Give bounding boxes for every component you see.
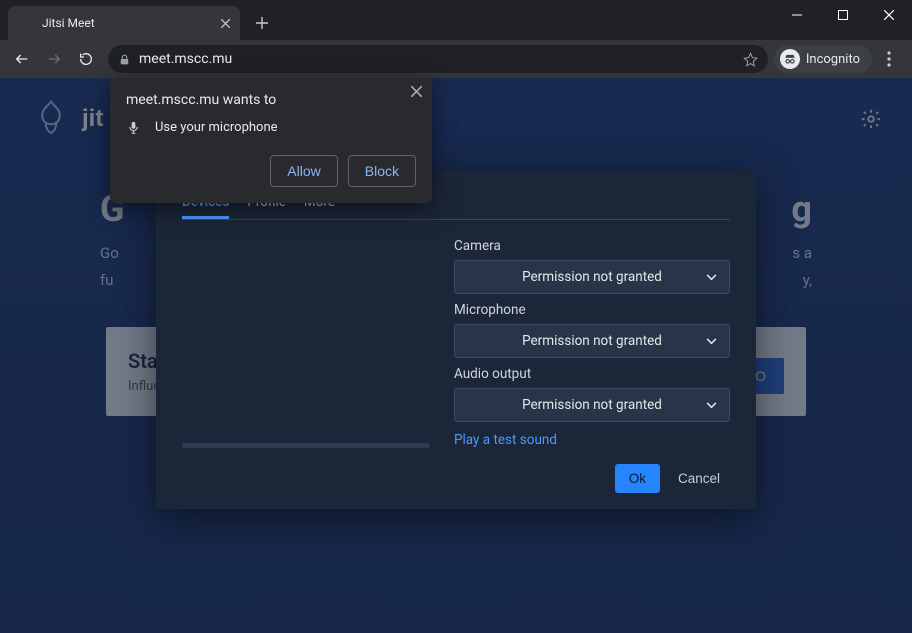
permission-prompt: meet.mscc.mu wants to Use your microphon…: [110, 78, 432, 203]
browser-tab[interactable]: Jitsi Meet: [8, 6, 240, 40]
chevron-down-icon: [706, 402, 717, 409]
microphone-icon: [126, 120, 141, 135]
chevron-down-icon: [706, 274, 717, 281]
incognito-label: Incognito: [806, 52, 860, 67]
settings-modal: Settings Devices Profile More Camera Per…: [156, 170, 756, 509]
tab-favicon: [18, 15, 34, 31]
browser-menu-button[interactable]: [872, 51, 906, 67]
window-close-button[interactable]: [866, 0, 912, 30]
ok-button[interactable]: Ok: [615, 464, 660, 493]
chevron-down-icon: [706, 338, 717, 345]
mic-level-bar: [182, 443, 430, 448]
camera-select[interactable]: Permission not granted: [454, 260, 730, 294]
cancel-button[interactable]: Cancel: [668, 464, 730, 493]
microphone-select[interactable]: Permission not granted: [454, 324, 730, 358]
lock-icon: [118, 53, 131, 66]
url-text: meet.mscc.mu: [139, 51, 743, 67]
block-button[interactable]: Block: [348, 155, 416, 187]
permission-item: Use your microphone: [155, 120, 278, 135]
audio-output-select[interactable]: Permission not granted: [454, 388, 730, 422]
incognito-icon: [780, 49, 800, 69]
allow-button[interactable]: Allow: [270, 155, 337, 187]
window-minimize-button[interactable]: [774, 0, 820, 30]
new-tab-button[interactable]: [248, 9, 276, 37]
reload-button[interactable]: [70, 43, 102, 75]
microphone-label: Microphone: [454, 302, 730, 318]
incognito-badge[interactable]: Incognito: [774, 45, 872, 73]
forward-button[interactable]: [38, 43, 70, 75]
camera-label: Camera: [454, 238, 730, 254]
permission-close-icon[interactable]: [411, 86, 422, 97]
camera-preview: [182, 238, 430, 448]
window-maximize-button[interactable]: [820, 0, 866, 30]
bookmark-star-icon[interactable]: [743, 52, 758, 67]
permission-title: meet.mscc.mu wants to: [126, 92, 416, 108]
back-button[interactable]: [6, 43, 38, 75]
address-bar[interactable]: meet.mscc.mu: [108, 45, 768, 73]
audio-output-label: Audio output: [454, 366, 730, 382]
play-test-sound-link[interactable]: Play a test sound: [454, 432, 557, 448]
tab-close-icon[interactable]: [221, 19, 230, 28]
tab-title: Jitsi Meet: [42, 16, 221, 30]
